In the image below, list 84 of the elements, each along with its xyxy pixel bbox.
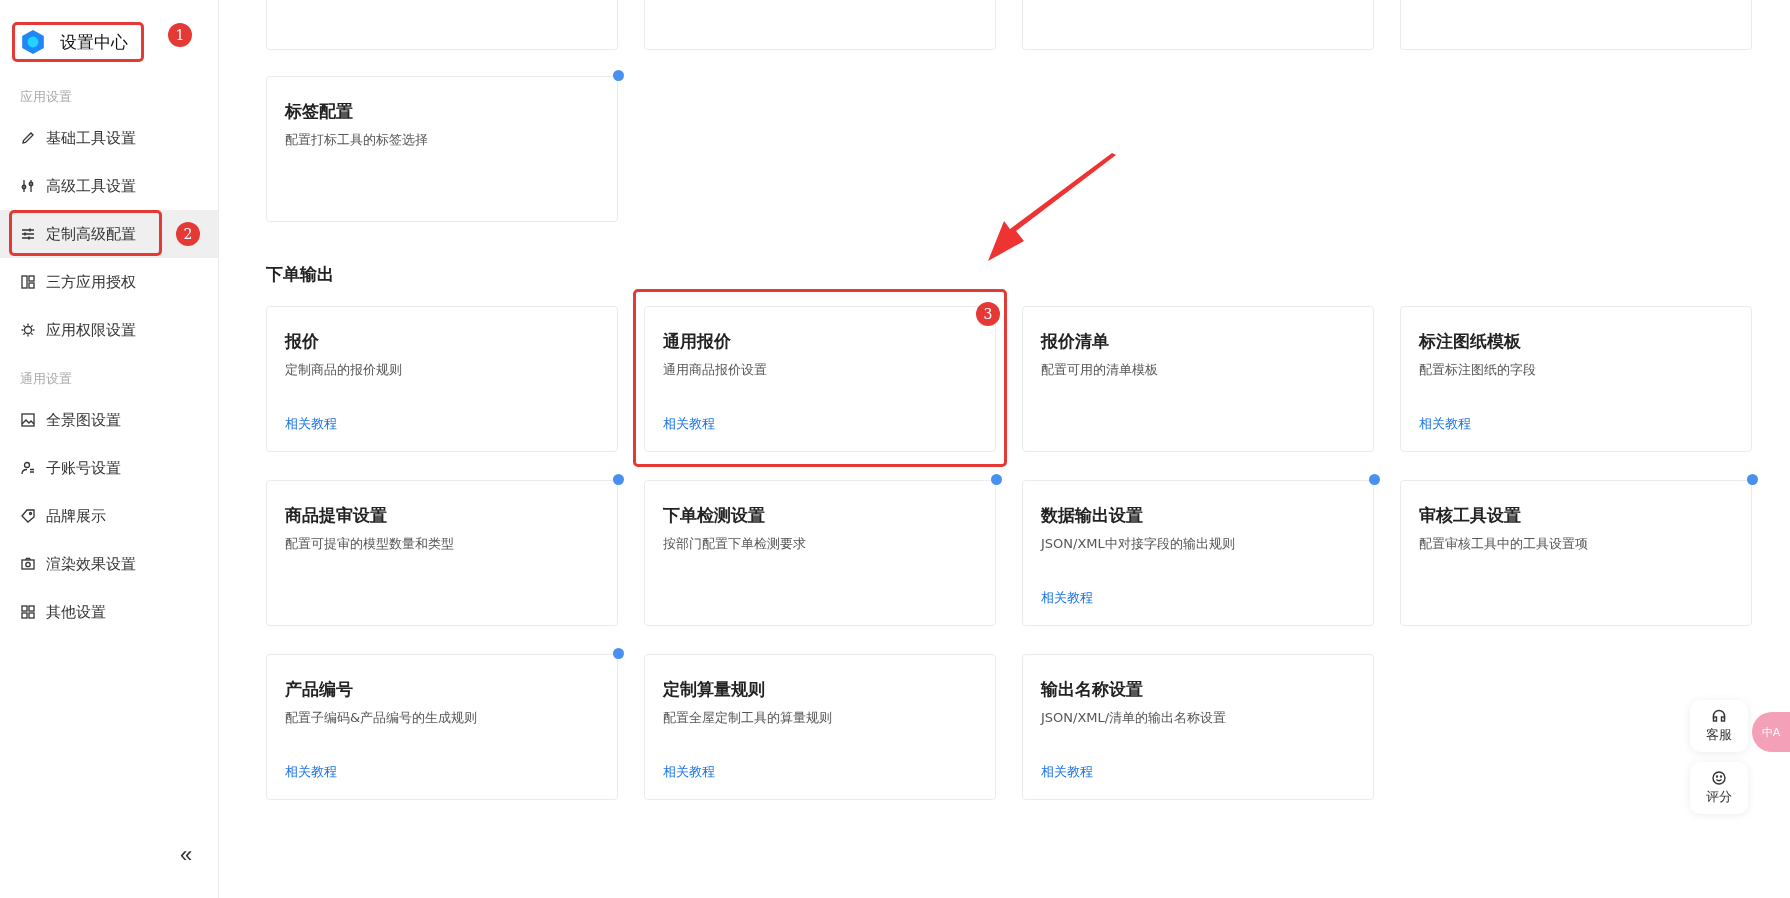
nav-label: 基础工具设置 — [46, 128, 136, 148]
setting-card[interactable]: 定制算量规则 配置全屋定制工具的算量规则 相关教程 — [644, 654, 996, 800]
setting-card[interactable]: 审核工具设置 配置审核工具中的工具设置项 — [1400, 480, 1752, 626]
tune-icon — [20, 226, 36, 242]
card-description: 通用商品报价设置 — [663, 361, 768, 379]
card-description: 配置打标工具的标签选择 — [285, 131, 429, 149]
card-description: 定制商品的报价规则 — [285, 361, 403, 379]
setting-card[interactable]: 产品编号 配置子编码&产品编号的生成规则 相关教程 — [266, 654, 618, 800]
nav-item[interactable]: 应用权限设置 — [0, 306, 218, 354]
group-label: 通用设置 — [19, 370, 73, 388]
image-icon — [20, 412, 36, 428]
card-title: 下单检测设置 — [663, 504, 766, 527]
card-description: 配置审核工具中的工具设置项 — [1419, 535, 1589, 553]
card-title: 标注图纸模板 — [1419, 330, 1522, 353]
card-title: 数据输出设置 — [1041, 504, 1144, 527]
floating-button[interactable]: 评分 — [1690, 762, 1748, 814]
tutorial-link[interactable]: 相关教程 — [285, 415, 337, 433]
nav-label: 品牌展示 — [46, 506, 106, 526]
grid-icon — [20, 604, 36, 620]
card-description: JSON/XML中对接字段的输出规则 — [1041, 535, 1236, 553]
card-title: 商品提审设置 — [285, 504, 388, 527]
nav-item[interactable]: 全景图设置 — [0, 396, 218, 444]
setting-card[interactable]: 标签配置 配置打标工具的标签选择 — [266, 76, 618, 222]
card-description: 配置可用的清单模板 — [1041, 361, 1159, 379]
tutorial-link[interactable]: 相关教程 — [285, 763, 337, 781]
setting-card[interactable]: 标注图纸模板 配置标注图纸的字段 相关教程 — [1400, 306, 1752, 452]
tutorial-link[interactable]: 相关教程 — [663, 415, 715, 433]
section-title: 下单输出 — [266, 263, 335, 286]
setting-card[interactable]: 报价 定制商品的报价规则 相关教程 — [266, 306, 618, 452]
tutorial-link[interactable]: 相关教程 — [1419, 415, 1471, 433]
card-description: 配置全屋定制工具的算量规则 — [663, 709, 833, 727]
card-description: 按部门配置下单检测要求 — [663, 535, 807, 553]
camera-icon — [20, 556, 36, 572]
nav-item[interactable]: 渲染效果设置 — [0, 540, 218, 588]
group-label: 应用设置 — [19, 88, 73, 106]
card-description: 配置标注图纸的字段 — [1419, 361, 1537, 379]
setting-card[interactable]: 下单检测设置 按部门配置下单检测要求 — [644, 480, 996, 626]
pencil-icon — [20, 130, 36, 146]
headset-icon — [1711, 708, 1727, 724]
nav-label: 高级工具设置 — [46, 176, 136, 196]
tag-icon — [20, 508, 36, 524]
smile-icon — [1711, 770, 1727, 786]
card-title: 输出名称设置 — [1041, 678, 1144, 701]
sliders-icon — [20, 178, 36, 194]
nav-label: 全景图设置 — [46, 410, 121, 430]
collapse-button[interactable]: « — [180, 842, 193, 868]
hexagon-logo-icon — [20, 29, 46, 55]
tutorial-link[interactable]: 相关教程 — [1041, 763, 1093, 781]
card-title: 标签配置 — [285, 100, 354, 123]
card-title: 审核工具设置 — [1419, 504, 1522, 527]
setting-card[interactable]: 数据输出设置 JSON/XML中对接字段的输出规则 相关教程 — [1022, 480, 1374, 626]
nav-label: 子账号设置 — [46, 458, 121, 478]
setting-card[interactable]: 商品提审设置 配置可提审的模型数量和类型 — [266, 480, 618, 626]
card-description: JSON/XML/清单的输出名称设置 — [1041, 709, 1228, 727]
nav-item[interactable]: 三方应用授权 — [0, 258, 218, 306]
card-title: 报价 — [285, 330, 320, 353]
card-description: 配置可提审的模型数量和类型 — [285, 535, 455, 553]
card-title: 通用报价 — [663, 330, 732, 353]
tutorial-link[interactable]: 相关教程 — [663, 763, 715, 781]
nav-label: 三方应用授权 — [46, 272, 136, 292]
setting-card[interactable]: 报价清单 配置可用的清单模板 — [1022, 306, 1374, 452]
nav-label: 其他设置 — [46, 602, 106, 622]
card-title: 产品编号 — [285, 678, 354, 701]
card-description: 配置子编码&产品编号的生成规则 — [285, 709, 479, 727]
setting-card[interactable]: 输出名称设置 JSON/XML/清单的输出名称设置 相关教程 — [1022, 654, 1374, 800]
settings-icon — [20, 322, 36, 338]
app-title: 设置中心 — [60, 30, 128, 54]
nav-item[interactable]: 子账号设置 — [0, 444, 218, 492]
nav-label: 应用权限设置 — [46, 320, 136, 340]
tutorial-link[interactable]: 相关教程 — [1041, 589, 1093, 607]
floating-button[interactable]: 客服 — [1690, 700, 1748, 752]
nav-item[interactable]: 品牌展示 — [0, 492, 218, 540]
card-title: 报价清单 — [1041, 330, 1110, 353]
card-title: 定制算量规则 — [663, 678, 766, 701]
nav-item[interactable]: 基础工具设置 — [0, 114, 218, 162]
nav-label: 渲染效果设置 — [46, 554, 136, 574]
app-logo[interactable]: 设置中心 — [12, 22, 144, 62]
layout-icon — [20, 274, 36, 290]
nav-item[interactable]: 其他设置 — [0, 588, 218, 636]
annotation-number: 1 — [168, 23, 192, 47]
user-icon — [20, 460, 36, 476]
annotation-number: 3 — [976, 302, 1000, 326]
nav-label: 定制高级配置 — [46, 224, 136, 244]
nav-item[interactable]: 高级工具设置 — [0, 162, 218, 210]
